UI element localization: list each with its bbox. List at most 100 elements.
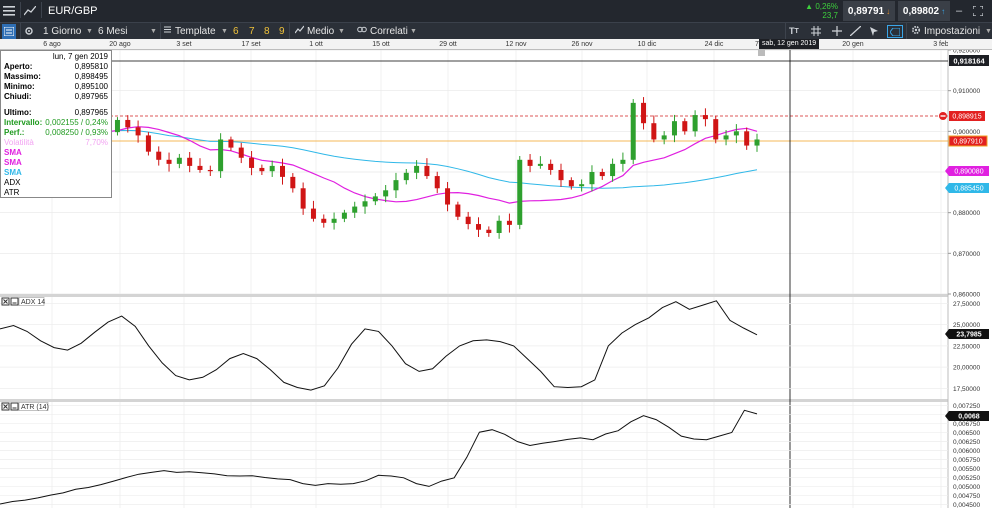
volatility-value: 7,70% <box>85 138 108 147</box>
sell-price-button[interactable]: 0,89791 ↓ <box>843 1 895 21</box>
buy-price-button[interactable]: 0,89802 ↑ <box>898 1 950 21</box>
candle-body <box>568 180 574 187</box>
grid-icon[interactable] <box>811 23 823 39</box>
interval-select[interactable]: 1 Giorno <box>43 23 81 39</box>
trading-platform: EUR/GBP ▲ 0,26% 23,7 0,89791 ↓ 0,89802 ↑… <box>0 0 992 508</box>
menu-icon[interactable] <box>3 0 17 22</box>
panel-divider[interactable] <box>0 294 992 297</box>
adx-tick-label: 22,50000 <box>953 343 980 350</box>
range-select[interactable]: 6 Mesi <box>98 23 127 39</box>
minimize-panel-icon[interactable] <box>10 297 19 306</box>
atr-label: ATR (14) <box>21 404 49 411</box>
symbol-title[interactable]: EUR/GBP <box>48 0 98 22</box>
related-menu[interactable]: Correlati <box>357 23 408 39</box>
preset-9-button[interactable]: 9 <box>279 23 285 39</box>
candle-body <box>682 121 688 132</box>
candle-body <box>713 119 719 140</box>
info-date: lun, 7 gen 2019 <box>52 52 108 61</box>
range-value: 0,002155 / 0,24% <box>45 118 108 127</box>
label-icon[interactable] <box>887 25 903 38</box>
close-label: Chiudi: <box>4 92 32 101</box>
panel-divider[interactable] <box>0 399 992 402</box>
candle-body <box>383 190 389 197</box>
template-menu[interactable]: Template <box>163 23 216 39</box>
change-pct: 0,26% <box>815 2 838 11</box>
date-label: 10 dic <box>637 41 657 48</box>
candle-body <box>259 167 265 172</box>
crosshair-marker-handle[interactable] <box>758 50 765 56</box>
atr-panel-header: ATR (14) <box>1 402 49 411</box>
text-size-icon[interactable]: TT <box>789 23 803 39</box>
candle-body <box>362 201 368 207</box>
candle-body <box>445 188 451 205</box>
range-label: Intervallo: <box>4 118 43 127</box>
chevron-down-icon[interactable]: ▼ <box>338 23 345 39</box>
chart-area[interactable]: 0,9200000,9100000,9000000,8900000,880000… <box>0 50 992 508</box>
close-value: 0,897965 <box>74 92 108 101</box>
price-tick-label: 0,860000 <box>953 292 980 299</box>
atr-tick-label: 0,007250 <box>953 403 980 410</box>
candle-body <box>702 115 708 120</box>
date-label: 15 ott <box>372 41 390 48</box>
atr-tick-label: 0,006750 <box>953 421 980 428</box>
atr-value: 0,0068 <box>958 414 980 421</box>
list-icon[interactable] <box>2 24 16 39</box>
draw-line-icon[interactable] <box>850 23 864 39</box>
date-label: 20 gen <box>842 41 864 48</box>
chevron-down-icon[interactable]: ▼ <box>221 23 228 39</box>
candle-body <box>506 220 512 225</box>
red-line-price-tag: 0,898915 <box>949 111 985 121</box>
indicator-label: Medio <box>307 25 335 37</box>
adx-tick-label: 20,00000 <box>953 365 980 372</box>
date-label: 12 nov <box>505 41 527 48</box>
atr-indicator-label: ATR <box>4 188 20 197</box>
candle-body <box>321 218 327 223</box>
atr-tick-label: 0,005000 <box>953 484 980 491</box>
settings-button[interactable]: Impostazioni <box>911 23 980 39</box>
last-label: Ultimo: <box>4 108 32 117</box>
candle-body <box>744 131 750 146</box>
crosshair-icon[interactable] <box>832 23 844 39</box>
settings-icon[interactable] <box>24 23 36 39</box>
sma-indicator-label: SMA <box>4 148 22 157</box>
candle-body <box>238 147 244 158</box>
candle-body <box>465 216 471 225</box>
candle-body <box>537 163 543 166</box>
date-label: 24 dic <box>704 41 724 48</box>
candle-body <box>733 131 739 136</box>
atr-tick-label: 0,005250 <box>953 475 980 482</box>
change-pts: 23,7 <box>822 11 838 20</box>
date-label: 3 feb <box>933 41 949 48</box>
volatility-label: Volatilità <box>4 138 34 147</box>
preset-8-button[interactable]: 8 <box>264 23 270 39</box>
candle-body <box>145 135 151 152</box>
preset-7-button[interactable]: 7 <box>249 23 255 39</box>
cursor-icon[interactable] <box>869 23 883 39</box>
chart-line-icon[interactable] <box>24 0 38 22</box>
adx-panel-header: ADX 14 <box>1 297 45 306</box>
up-arrow-icon: ↑ <box>941 6 946 16</box>
close-position-icon[interactable] <box>939 112 947 120</box>
date-label: 6 ago <box>43 41 61 48</box>
candle-body <box>723 135 729 140</box>
candle-body <box>331 218 337 223</box>
chevron-down-icon[interactable]: ▼ <box>985 23 992 39</box>
indicator-menu[interactable]: Medio <box>294 23 335 39</box>
expand-icon[interactable] <box>973 0 987 22</box>
red-line-price: 0,898915 <box>952 114 981 121</box>
candle-body <box>610 163 616 177</box>
chevron-down-icon[interactable]: ▼ <box>150 23 157 39</box>
chevron-down-icon[interactable]: ▼ <box>86 23 93 39</box>
candle-body <box>280 165 286 177</box>
minimize-icon[interactable]: – <box>956 0 968 22</box>
sma-magenta-value: 0,890080 <box>954 169 983 176</box>
candle-body <box>486 229 492 233</box>
chevron-down-icon[interactable]: ▼ <box>410 23 417 39</box>
preset-6-button[interactable]: 6 <box>233 23 239 39</box>
candle-body <box>269 165 275 172</box>
minimize-panel-icon[interactable] <box>10 402 19 411</box>
candle-body <box>496 220 502 233</box>
atr-tick-label: 0,005500 <box>953 466 980 473</box>
candle-body <box>300 188 306 209</box>
down-arrow-icon: ↓ <box>886 6 891 16</box>
